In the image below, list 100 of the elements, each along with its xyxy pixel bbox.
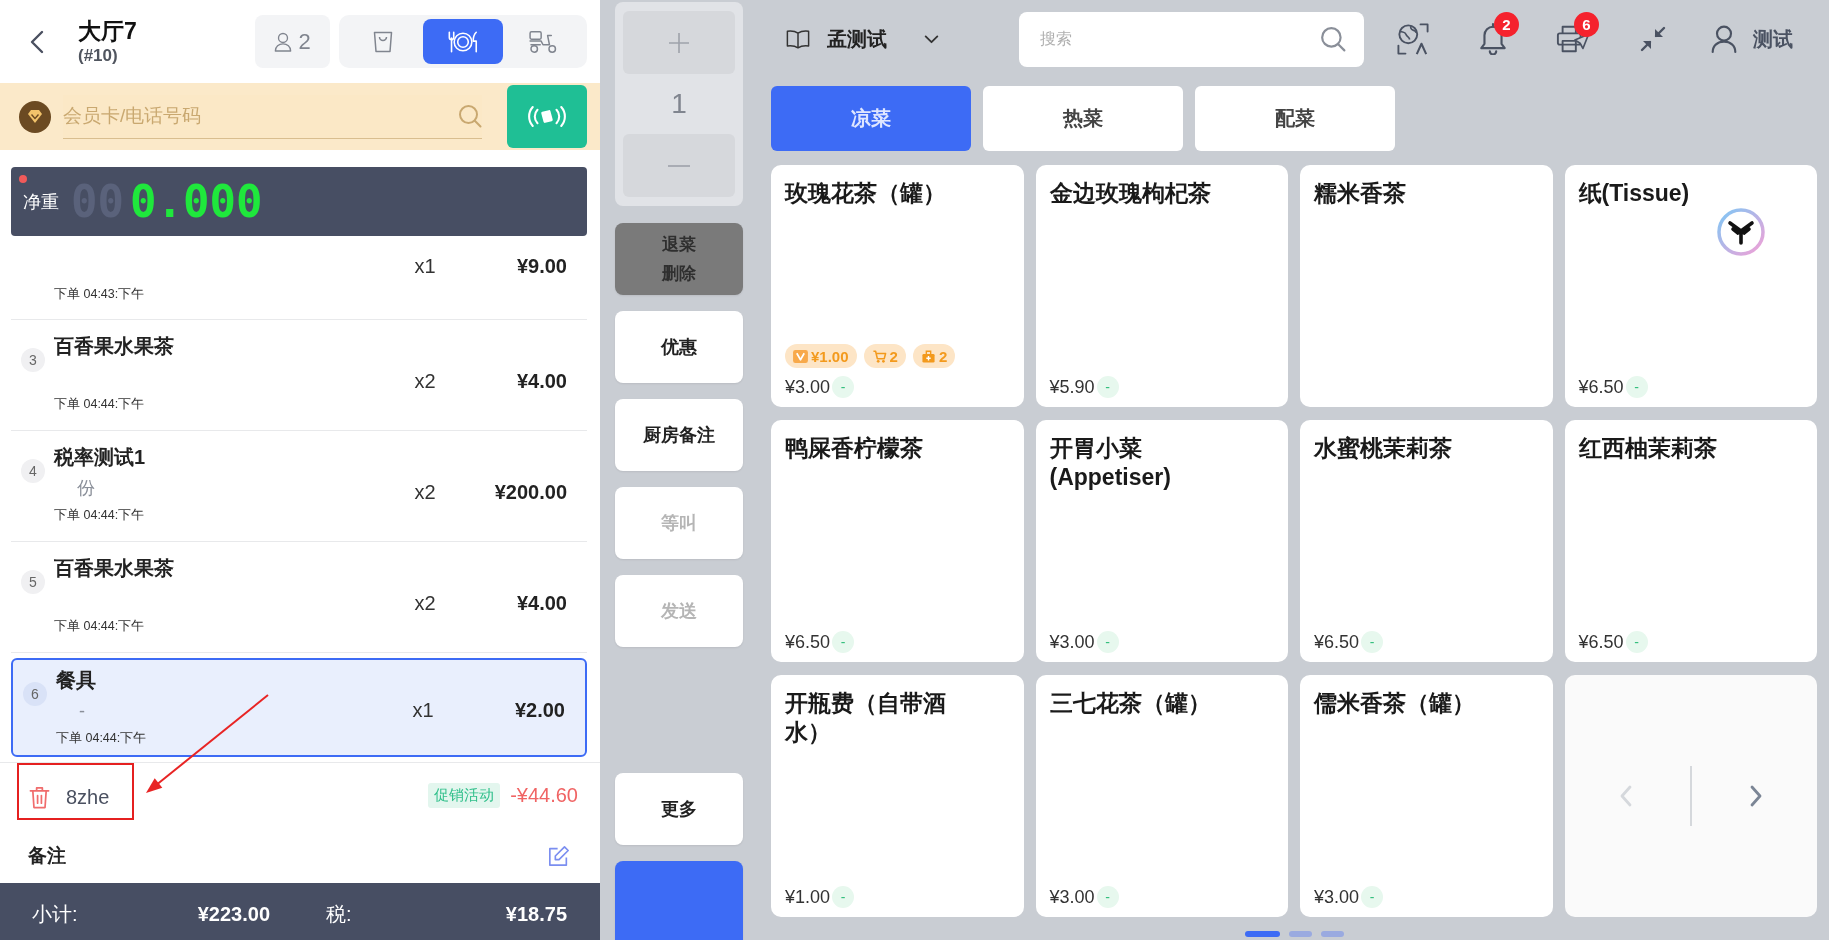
product-card[interactable]: 儒米香茶（罐） ¥3.00 - xyxy=(1300,675,1553,917)
chevron-down-icon xyxy=(924,34,939,44)
item-price: ¥4.00 xyxy=(515,369,568,393)
item-index: 6 xyxy=(23,682,47,706)
member-tag-icon xyxy=(793,349,808,363)
item-name: 税率测试1 xyxy=(54,445,146,470)
quantity-value: 1 xyxy=(670,87,688,121)
diamond-badge-icon xyxy=(19,100,51,133)
chevron-left-icon xyxy=(30,29,44,54)
item-quantity: x2 xyxy=(413,369,437,393)
item-quantity: x2 xyxy=(413,591,437,615)
edit-icon[interactable] xyxy=(548,844,570,867)
search-field[interactable]: 搜索 xyxy=(1019,11,1364,67)
product-price: ¥3.00 xyxy=(1049,631,1095,653)
total-value: ¥223.00 xyxy=(197,903,270,926)
stock-indicator: - xyxy=(1096,886,1119,908)
weight-label: 净重 xyxy=(23,190,59,214)
product-price: ¥3.00 xyxy=(785,376,831,398)
item-quantity: x1 xyxy=(411,699,435,722)
product-card[interactable]: 开瓶费（自带酒水） ¥1.00 - xyxy=(771,675,1024,917)
item-index: 5 xyxy=(21,570,45,594)
item-quantity: x2 xyxy=(413,480,437,504)
item-note: 份 xyxy=(76,477,95,500)
item-price: ¥9.00 xyxy=(515,254,568,279)
discount-name: 8zhe xyxy=(66,786,110,809)
product-price: ¥3.00 xyxy=(1314,886,1360,908)
stock-indicator: - xyxy=(1361,886,1384,908)
order-item-row[interactable]: 6 餐具 - 下单 04:44:下午 x1 ¥2.00 xyxy=(11,658,587,757)
action-button[interactable]: 优惠 xyxy=(615,311,743,383)
menu-dropdown[interactable]: 孟测试 xyxy=(771,25,1019,53)
product-price: ¥6.50 xyxy=(785,631,831,653)
search-icon[interactable] xyxy=(458,104,482,128)
promotion-tag: 促销活动 xyxy=(428,783,501,808)
product-card[interactable]: 纸(Tissue) ¥6.50 - xyxy=(1564,165,1817,407)
product-card[interactable]: 糯米香茶 xyxy=(1300,165,1553,407)
product-card[interactable]: 红西柚茉莉茶 ¥6.50 - xyxy=(1564,420,1817,662)
status-dot-icon xyxy=(19,175,27,183)
item-name: 百香果水果茶 xyxy=(54,556,174,581)
product-name: 开胃小菜(Appetiser) xyxy=(1049,434,1172,492)
trash-icon[interactable] xyxy=(29,786,50,809)
stock-indicator: - xyxy=(1096,376,1119,398)
stock-indicator: - xyxy=(1625,631,1648,653)
card-reader-button[interactable] xyxy=(507,85,587,148)
table-title: 大厅7 xyxy=(78,17,137,45)
product-name: 玫瑰花茶（罐） xyxy=(785,179,946,208)
action-button[interactable]: 更多 xyxy=(615,773,743,845)
product-price: ¥6.50 xyxy=(1578,631,1624,653)
order-item-row[interactable]: 下单 04:43:下午 x1 ¥9.00 xyxy=(11,237,587,320)
item-index: 4 xyxy=(21,459,45,483)
contactless-card-icon xyxy=(528,105,566,128)
product-price: ¥6.50 xyxy=(1314,631,1360,653)
total-label: 小计: xyxy=(32,902,78,927)
order-time: 下单 04:44:下午 xyxy=(54,618,145,635)
category-tab[interactable]: 凉菜 xyxy=(771,86,971,151)
plus-icon xyxy=(668,31,690,54)
order-time: 下单 04:44:下午 xyxy=(54,507,145,524)
collapse-icon[interactable] xyxy=(1640,26,1666,52)
order-time: 下单 04:44:下午 xyxy=(56,730,147,747)
minus-icon xyxy=(668,164,690,167)
product-price: ¥5.90 xyxy=(1049,376,1095,398)
product-name: 纸(Tissue) xyxy=(1578,179,1690,208)
globe-icon[interactable] xyxy=(1396,23,1430,55)
product-card[interactable]: 三七花茶（罐） ¥3.00 - xyxy=(1035,675,1288,917)
product-name: 鸭屎香柠檬茶 xyxy=(785,434,923,463)
order-item-row[interactable]: 4 税率测试1 份 下单 04:44:下午 x2 ¥200.00 xyxy=(11,431,587,542)
stock-indicator: - xyxy=(832,631,855,653)
product-name: 三七花茶（罐） xyxy=(1049,689,1211,718)
remark-label: 备注 xyxy=(28,843,66,868)
item-note: - xyxy=(78,700,85,722)
order-time: 下单 04:43:下午 xyxy=(54,286,145,303)
item-price: ¥2.00 xyxy=(513,699,566,722)
search-icon[interactable] xyxy=(1320,25,1346,52)
cart-icon xyxy=(871,349,887,363)
order-item-row[interactable]: 3 百香果水果茶 下单 04:44:下午 x2 ¥4.00 xyxy=(11,320,587,431)
product-card[interactable]: 开胃小菜(Appetiser) ¥3.00 - xyxy=(1035,420,1288,662)
next-page-icon[interactable] xyxy=(1748,784,1763,808)
item-price: ¥4.00 xyxy=(515,591,568,615)
stock-indicator: - xyxy=(1361,631,1384,653)
count-badge: 6 xyxy=(1574,12,1599,37)
order-number: (#10) xyxy=(78,44,118,66)
total-label: 税: xyxy=(326,902,352,927)
product-card[interactable]: 鸭屎香柠檬茶 ¥6.50 - xyxy=(771,420,1024,662)
product-card[interactable]: 水蜜桃茉莉茶 ¥6.50 - xyxy=(1300,420,1553,662)
product-name: 糯米香茶 xyxy=(1314,179,1406,208)
item-index: 3 xyxy=(21,348,45,372)
order-item-row[interactable]: 5 百香果水果茶 下单 04:44:下午 x2 ¥4.00 xyxy=(11,542,587,653)
product-name: 金边玫瑰枸杞茶 xyxy=(1049,179,1211,208)
category-tab[interactable]: 配菜 xyxy=(1195,86,1395,151)
person-icon xyxy=(274,31,293,52)
product-card[interactable]: 玫瑰花茶（罐） ¥1.00 2 2 ¥3.00 - xyxy=(771,165,1024,407)
order-type-button[interactable] xyxy=(423,19,503,64)
product-tag: 2 xyxy=(912,344,956,368)
product-name: 儒米香茶（罐） xyxy=(1314,689,1475,718)
category-tab[interactable]: 热菜 xyxy=(983,86,1183,151)
shopping-bag-icon xyxy=(371,29,395,54)
discount-amount: -¥44.60 xyxy=(510,784,578,807)
action-button[interactable]: 厨房备注 xyxy=(615,399,743,471)
back-button[interactable] xyxy=(30,29,44,54)
user-menu[interactable]: 测试 xyxy=(1711,25,1793,53)
product-card[interactable]: 金边玫瑰枸杞茶 ¥5.90 - xyxy=(1035,165,1288,407)
